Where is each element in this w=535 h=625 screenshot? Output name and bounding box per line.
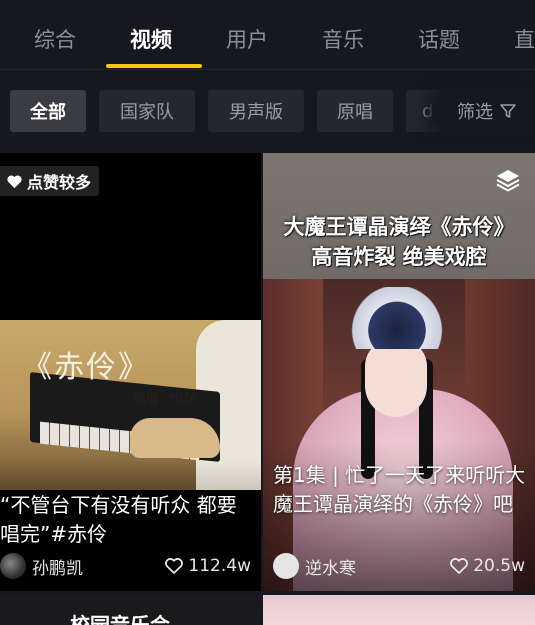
active-tab-indicator [106,64,202,68]
thumbnail-headline: 大魔王谭晶演绎《赤伶》 [283,215,515,239]
video-card[interactable]: 点赞较多 《赤伶》 原唱：HITA “不管台下有没有听众 都要唱完”#赤伶 孙鹏… [0,153,261,591]
heart-outline-icon [165,558,184,574]
tab-topics[interactable]: 话题 [418,24,460,54]
thumb-face [365,339,427,417]
tab-video[interactable]: 视频 [130,24,172,54]
badge-label: 点赞较多 [27,173,92,192]
author-name: 孙鹏凯 [32,558,83,579]
video-meta: 逆水寒 20.5w [273,551,525,581]
chip-national-team[interactable]: 国家队 [99,90,195,132]
filter-bar: 全部 国家队 男声版 原唱 d 筛选 [0,70,535,153]
chip-original[interactable]: 原唱 [317,90,393,132]
avatar [273,553,299,579]
tab-live[interactable]: 直 [514,24,535,54]
thumb-hand [130,418,220,458]
video-card[interactable]: 大魔王谭晶演绎《赤伶》 高音炸裂 绝美戏腔 第1集 | 忙了一天了来听听大魔王谭… [263,153,535,591]
chip-male-version[interactable]: 男声版 [208,90,304,132]
author-name: 逆水寒 [305,558,356,579]
video-thumbnail [263,279,535,591]
likes-value: 112.4w [188,556,251,576]
filter-button[interactable]: 筛选 [439,90,535,132]
avatar [0,553,26,579]
like-count: 112.4w [164,556,251,576]
funnel-icon [500,104,516,118]
video-card-next[interactable]: 校园音乐会 [0,595,261,625]
tab-users[interactable]: 用户 [226,24,268,54]
heart-icon [7,174,22,188]
top-liked-badge: 点赞较多 [0,166,100,196]
filter-label: 筛选 [457,102,493,123]
like-count: 20.5w [449,556,525,576]
chip-all[interactable]: 全部 [10,90,86,132]
video-card-next[interactable] [263,595,535,625]
likes-value: 20.5w [473,556,525,576]
category-tabs: 综合 视频 用户 音乐 话题 直 [0,0,535,70]
heart-outline-icon [450,558,469,574]
video-caption: 第1集 | 忙了一天了来听听大魔王谭晶演绎的《赤伶》吧~ #音乐 #戏曲 #..… [273,463,526,516]
thumb-headdress [351,287,443,349]
thumbnail-subtitle: 原唱：HITA [134,391,198,405]
thumbnail-title: 《赤伶》 [22,350,150,385]
author[interactable]: 孙鹏凯 [0,553,83,579]
thumbnail-subheadline: 高音炸裂 绝美戏腔 [311,245,487,269]
thumbnail-headline: 校园音乐会 [70,613,170,625]
tab-music[interactable]: 音乐 [322,24,364,54]
video-caption: “不管台下有没有听众 都要唱完”#赤伶 [0,493,237,546]
author[interactable]: 逆水寒 [273,553,356,579]
layers-icon [496,170,520,192]
video-meta: 孙鹏凯 112.4w [0,551,251,581]
tab-general[interactable]: 综合 [34,24,76,54]
